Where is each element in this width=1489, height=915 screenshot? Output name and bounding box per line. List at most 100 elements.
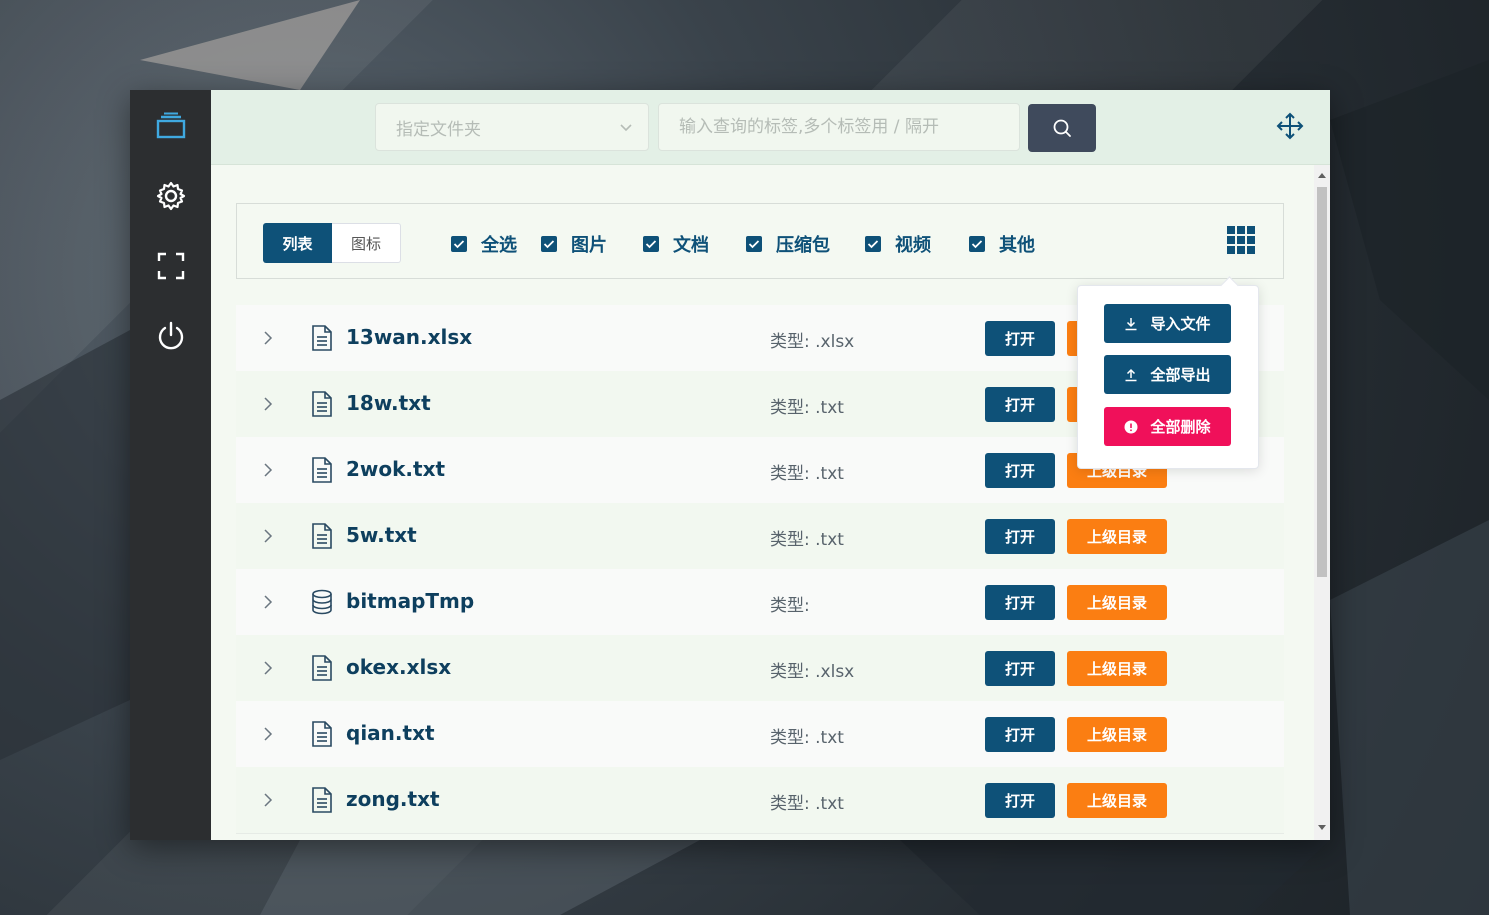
- table-row[interactable]: qian.txt 类型: .txt 打开 上级目录: [236, 701, 1284, 768]
- gear-icon[interactable]: [155, 180, 187, 212]
- filter-label: 视频: [895, 235, 931, 256]
- document-icon: [312, 325, 332, 351]
- open-button[interactable]: 打开: [985, 321, 1055, 356]
- search-icon: [1053, 119, 1071, 137]
- open-button[interactable]: 打开: [985, 585, 1055, 620]
- file-type: 类型: .txt: [770, 789, 844, 814]
- file-type: 类型: .txt: [770, 393, 844, 418]
- scroll-up-arrow-icon[interactable]: [1318, 173, 1326, 178]
- tag-search-input[interactable]: [658, 103, 1020, 151]
- scroll-thumb[interactable]: [1317, 187, 1327, 577]
- filter-archives[interactable]: 压缩包: [746, 231, 830, 257]
- document-icon: [312, 523, 332, 549]
- file-type-label: 类型:: [770, 794, 810, 814]
- checkbox-checked-icon: [643, 236, 659, 252]
- export-all-label: 全部导出: [1150, 366, 1211, 384]
- open-button[interactable]: 打开: [985, 519, 1055, 554]
- delete-all-button[interactable]: 全部删除: [1104, 407, 1231, 446]
- filter-videos[interactable]: 视频: [865, 231, 931, 257]
- file-type: 类型: .txt: [770, 525, 844, 550]
- filter-label: 压缩包: [776, 235, 830, 256]
- grid-menu-icon[interactable]: [1227, 226, 1255, 254]
- table-row[interactable]: okex.xlsx 类型: .xlsx 打开 上级目录: [236, 635, 1284, 702]
- import-files-button[interactable]: 导入文件: [1104, 304, 1231, 343]
- search-button[interactable]: [1028, 104, 1096, 152]
- scroll-down-arrow-icon[interactable]: [1318, 825, 1326, 830]
- chevron-right-icon[interactable]: [262, 726, 274, 742]
- file-name: bitmapTmp: [346, 589, 475, 613]
- chevron-right-icon[interactable]: [262, 462, 274, 478]
- icon-view-button[interactable]: 图标: [332, 223, 401, 263]
- chevron-right-icon[interactable]: [262, 792, 274, 808]
- document-icon: [312, 391, 332, 417]
- file-type-value: .xlsx: [815, 332, 855, 352]
- filter-documents[interactable]: 文档: [643, 231, 709, 257]
- list-view-button[interactable]: 列表: [263, 223, 332, 263]
- chevron-right-icon[interactable]: [262, 660, 274, 676]
- parent-directory-button[interactable]: 上级目录: [1067, 783, 1167, 818]
- chevron-right-icon[interactable]: [262, 330, 274, 346]
- checkbox-checked-icon: [541, 236, 557, 252]
- top-toolbar: 指定文件夹: [211, 90, 1330, 165]
- table-row[interactable]: bitmapTmp 类型: 打开 上级目录: [236, 569, 1284, 636]
- open-button[interactable]: 打开: [985, 387, 1055, 422]
- parent-directory-button[interactable]: 上级目录: [1067, 717, 1167, 752]
- file-type: 类型: .txt: [770, 723, 844, 748]
- chevron-right-icon[interactable]: [262, 396, 274, 412]
- file-type: 类型: .xlsx: [770, 657, 854, 682]
- filter-label: 文档: [673, 235, 709, 256]
- move-icon[interactable]: [1276, 112, 1304, 140]
- database-icon: [312, 589, 332, 615]
- filter-label: 其他: [999, 235, 1035, 256]
- file-list-area: 列表 图标 全选 图片 文档 压缩包 视频 其他 13wan.xlsx 类型: …: [211, 165, 1314, 840]
- document-icon: [312, 721, 332, 747]
- table-row[interactable]: zong.txt 类型: .txt 打开 上级目录: [236, 767, 1284, 834]
- fullscreen-icon[interactable]: [155, 250, 187, 282]
- file-type-label: 类型:: [770, 662, 810, 682]
- power-icon[interactable]: [155, 320, 187, 352]
- upload-icon: [1125, 368, 1137, 381]
- file-name: qian.txt: [346, 721, 435, 745]
- chevron-right-icon[interactable]: [262, 528, 274, 544]
- checkbox-checked-icon: [451, 236, 467, 252]
- file-type-label: 类型:: [770, 332, 810, 352]
- vertical-scrollbar[interactable]: [1314, 165, 1330, 840]
- file-name: okex.xlsx: [346, 655, 452, 679]
- file-type-value: .txt: [815, 728, 844, 748]
- file-type-value: .txt: [815, 794, 844, 814]
- checkbox-checked-icon: [746, 236, 762, 252]
- table-row[interactable]: 5w.txt 类型: .txt 打开 上级目录: [236, 503, 1284, 570]
- import-files-label: 导入文件: [1150, 315, 1211, 333]
- filter-bar: 列表 图标 全选 图片 文档 压缩包 视频 其他: [236, 203, 1284, 279]
- open-button[interactable]: 打开: [985, 717, 1055, 752]
- file-type-value: .txt: [815, 464, 844, 484]
- folder-select-placeholder: 指定文件夹: [396, 119, 481, 140]
- filter-label: 图片: [571, 235, 607, 256]
- folder-select[interactable]: 指定文件夹: [375, 103, 649, 151]
- view-toggle: 列表 图标: [263, 223, 401, 263]
- file-type-label: 类型:: [770, 596, 810, 616]
- open-button[interactable]: 打开: [985, 783, 1055, 818]
- filter-label: 全选: [481, 235, 517, 256]
- filter-images[interactable]: 图片: [541, 231, 607, 257]
- checkbox-checked-icon: [865, 236, 881, 252]
- warning-circle-icon: [1124, 420, 1138, 433]
- file-type: 类型:: [770, 591, 810, 616]
- chevron-right-icon[interactable]: [262, 594, 274, 610]
- document-icon: [312, 655, 332, 681]
- export-all-button[interactable]: 全部导出: [1104, 355, 1231, 394]
- checkbox-checked-icon: [969, 236, 985, 252]
- open-button[interactable]: 打开: [985, 651, 1055, 686]
- parent-directory-button[interactable]: 上级目录: [1067, 585, 1167, 620]
- filter-select-all[interactable]: 全选: [451, 231, 517, 257]
- file-type-value: .txt: [815, 530, 844, 550]
- parent-directory-button[interactable]: 上级目录: [1067, 651, 1167, 686]
- chevron-down-icon: [620, 124, 632, 132]
- sidebar: [130, 90, 211, 840]
- open-button[interactable]: 打开: [985, 453, 1055, 488]
- file-name: 13wan.xlsx: [346, 325, 473, 349]
- file-type-label: 类型:: [770, 398, 810, 418]
- parent-directory-button[interactable]: 上级目录: [1067, 519, 1167, 554]
- filter-other[interactable]: 其他: [969, 231, 1035, 257]
- layers-icon[interactable]: [155, 110, 187, 142]
